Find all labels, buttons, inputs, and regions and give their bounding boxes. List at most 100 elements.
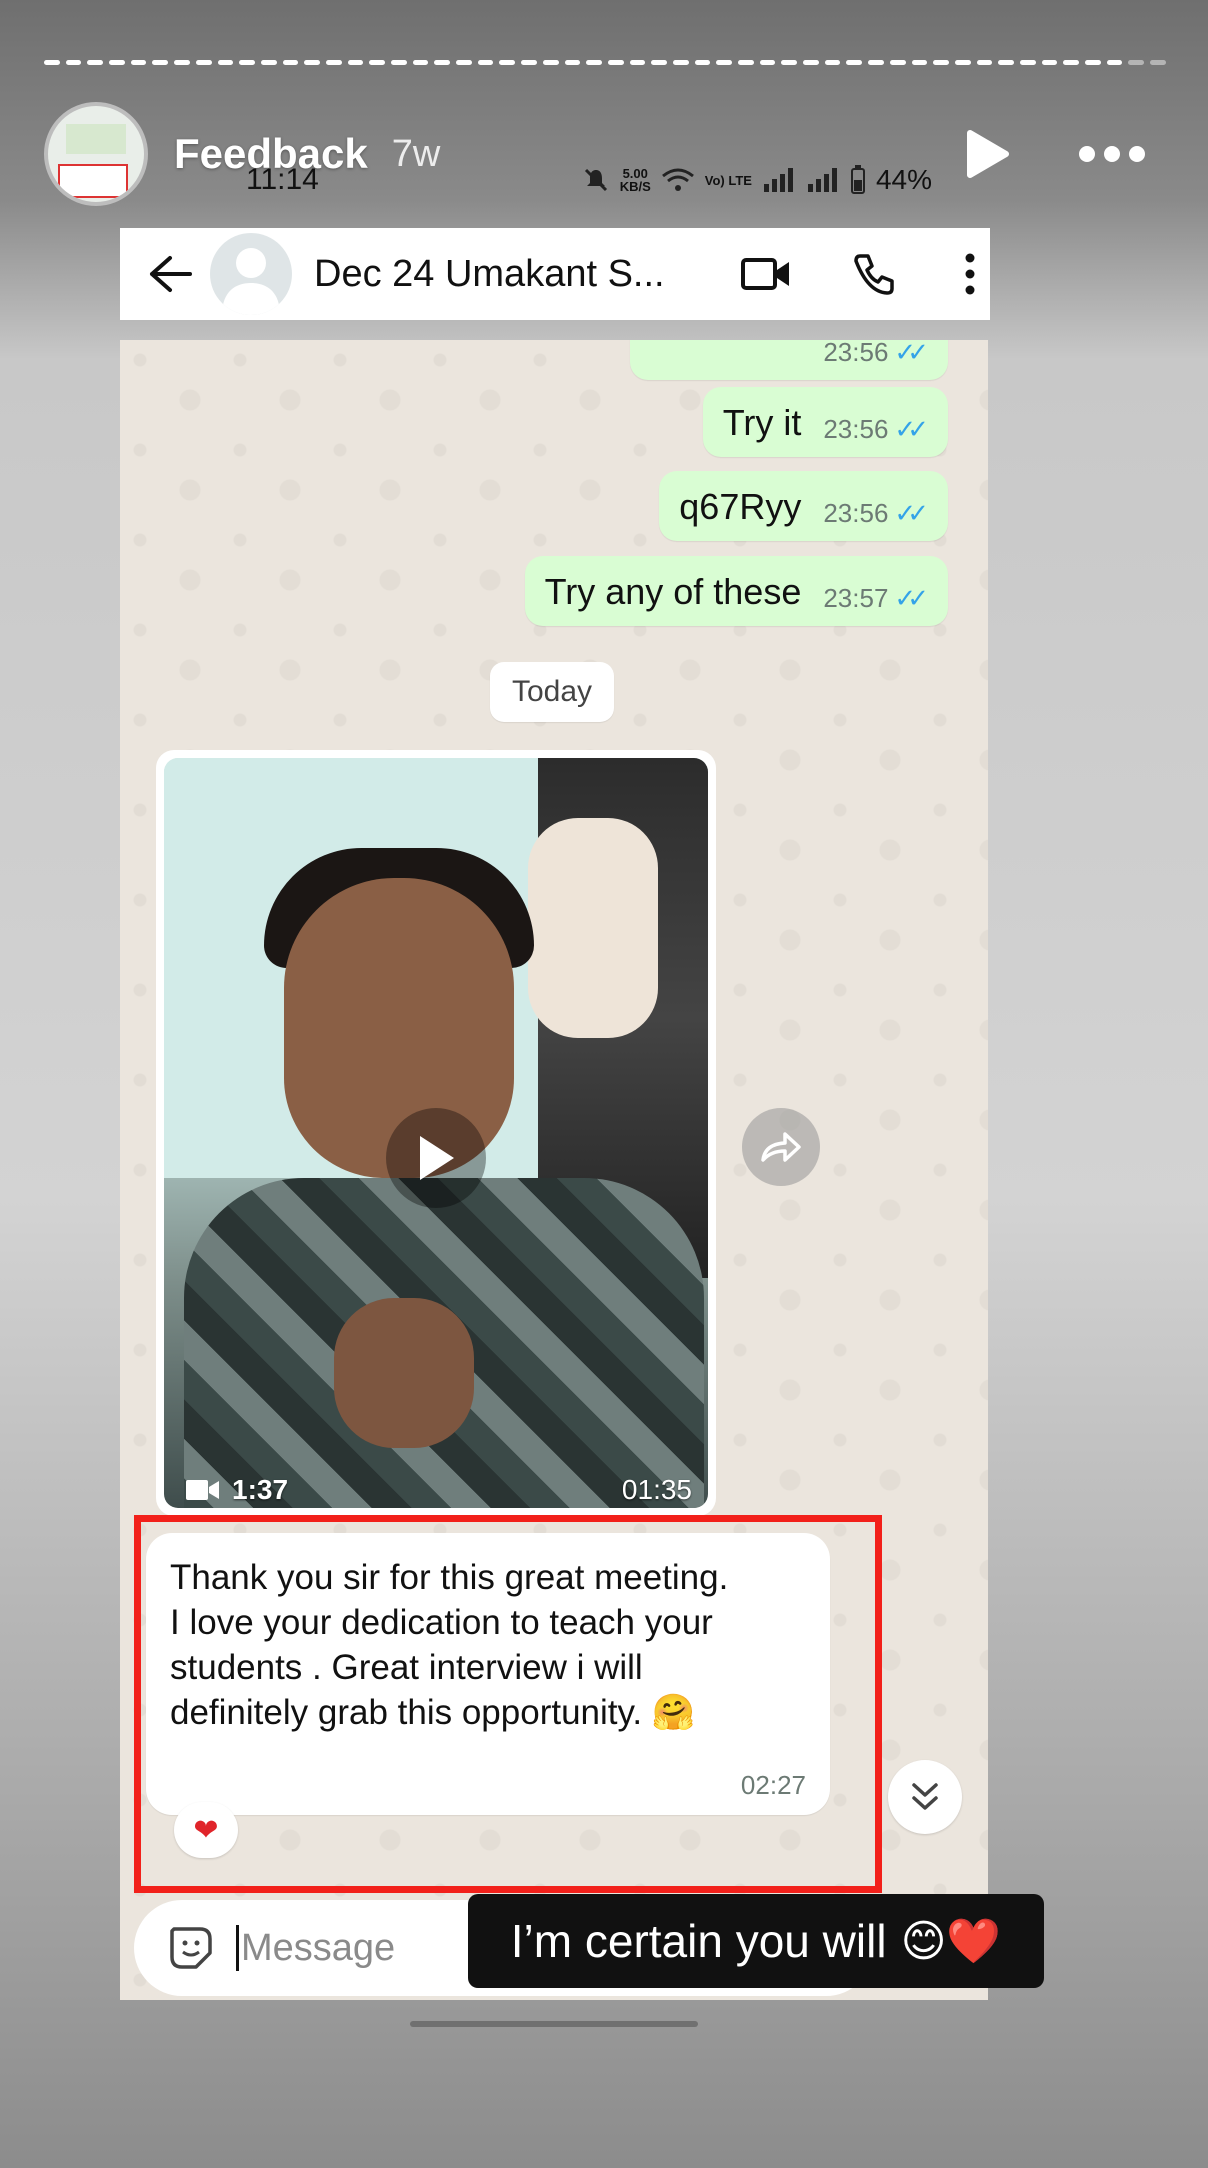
story-progress-bar — [44, 60, 1166, 66]
progress-segment — [1128, 60, 1145, 65]
progress-segment — [347, 60, 364, 65]
message-text: Try it — [722, 402, 802, 443]
read-receipt-icon: ✓✓ — [894, 340, 928, 367]
chat-menu-button[interactable] — [950, 252, 990, 296]
progress-segment — [759, 60, 776, 65]
wifi-icon — [661, 168, 694, 191]
text-caret — [236, 1925, 239, 1971]
progress-segment — [391, 60, 407, 65]
voice-call-button[interactable] — [842, 252, 906, 296]
message-time: 23:56 — [823, 340, 889, 367]
progress-segment — [325, 60, 342, 65]
read-receipt-icon: ✓✓ — [894, 583, 928, 613]
progress-segment — [304, 60, 320, 65]
progress-segment — [239, 60, 255, 65]
outgoing-message[interactable]: Try any of these 23:57 ✓✓ — [524, 556, 948, 626]
progress-segment — [781, 60, 798, 65]
outgoing-message[interactable]: q67Ryy 23:56 ✓✓ — [659, 471, 948, 541]
progress-segment — [976, 60, 993, 65]
video-camera-icon — [186, 1480, 219, 1500]
message-time: 23:57 — [823, 583, 889, 613]
progress-segment — [954, 60, 971, 65]
heart-reaction[interactable]: ❤ — [174, 1802, 238, 1858]
message-time: 01:35 — [621, 1474, 692, 1505]
scroll-to-bottom-button[interactable] — [888, 1760, 962, 1834]
progress-segment — [998, 60, 1014, 65]
video-message[interactable]: 1:37 01:35 — [156, 750, 716, 1516]
progress-segment — [87, 60, 104, 65]
kebab-menu-icon — [965, 253, 975, 295]
battery-percentage: 44% — [875, 164, 932, 195]
progress-segment — [521, 60, 537, 65]
progress-segment — [412, 60, 429, 65]
signal-icon — [807, 168, 837, 192]
progress-segment — [456, 60, 472, 65]
caption-emojis: 😊❤️ — [900, 1917, 1002, 1966]
sticker-button[interactable] — [156, 1923, 226, 1973]
video-play-button[interactable] — [386, 1108, 486, 1208]
battery-icon — [850, 165, 865, 194]
video-call-button[interactable] — [734, 256, 798, 292]
progress-segment — [477, 60, 494, 65]
progress-segment — [130, 60, 147, 65]
phone-status-bar: 11:14 5.00 KB/S Vo) LTE 44% — [120, 150, 990, 210]
person-icon — [222, 248, 280, 315]
sticker-icon — [170, 1927, 212, 1969]
progress-segment — [1063, 60, 1079, 65]
mute-icon — [584, 168, 607, 192]
progress-segment — [499, 60, 516, 65]
progress-segment — [195, 60, 212, 65]
volte-indicator: Vo) LTE — [704, 172, 752, 188]
progress-segment — [109, 60, 125, 65]
progress-segment — [889, 60, 906, 65]
message-text: Try any of these — [544, 571, 802, 612]
video-duration: 1:37 — [186, 1474, 288, 1506]
progress-segment — [434, 60, 451, 65]
progress-segment — [260, 60, 277, 65]
progress-segment — [694, 60, 711, 65]
video-camera-icon — [741, 258, 789, 290]
back-button[interactable] — [130, 254, 210, 294]
progress-segment — [716, 60, 732, 65]
progress-segment — [868, 60, 884, 65]
message-input[interactable]: Message — [241, 1927, 395, 1970]
progress-segment — [542, 60, 559, 65]
progress-segment — [629, 60, 646, 65]
progress-segment — [586, 60, 602, 65]
caption-text: I’m certain you will — [510, 1915, 887, 1967]
progress-segment — [651, 60, 667, 65]
video-thumbnail[interactable]: 1:37 01:35 — [164, 758, 708, 1508]
progress-segment — [911, 60, 928, 65]
progress-segment — [1041, 60, 1058, 65]
contact-avatar[interactable] — [210, 233, 292, 315]
outgoing-message[interactable]: 23:56 ✓✓ — [630, 340, 948, 380]
forward-icon — [761, 1132, 801, 1162]
progress-segment — [1085, 60, 1101, 65]
home-indicator — [410, 2021, 698, 2027]
progress-segment — [282, 60, 299, 65]
progress-segment — [738, 60, 754, 65]
message-time: 23:56 — [823, 414, 889, 444]
progress-segment — [933, 60, 949, 65]
forward-button[interactable] — [742, 1108, 820, 1186]
progress-segment — [1106, 60, 1123, 65]
progress-segment — [174, 60, 190, 65]
double-chevron-down-icon — [912, 1783, 938, 1810]
progress-segment — [824, 60, 841, 65]
day-separator: Today — [490, 662, 614, 722]
phone-icon — [854, 254, 894, 295]
signal-icon — [763, 168, 793, 192]
network-speed: 5.00 KB/S — [619, 166, 651, 194]
status-time: 11:14 — [246, 163, 319, 196]
contact-name[interactable]: Dec 24 Umakant S... — [314, 253, 714, 296]
chat-area[interactable]: 23:56 ✓✓ Try it 23:56 ✓✓ q67Ryy 23:56 ✓✓ Tr… — [120, 340, 988, 2000]
progress-segment — [65, 60, 82, 65]
outgoing-message[interactable]: Try it 23:56 ✓✓ — [702, 387, 948, 457]
progress-segment — [607, 60, 624, 65]
read-receipt-icon: ✓✓ — [894, 414, 928, 444]
chat-header: Dec 24 Umakant S... — [120, 228, 990, 320]
progress-segment — [369, 60, 385, 65]
highlight-annotation-box — [134, 1515, 882, 1893]
more-options-button[interactable] — [1072, 124, 1152, 184]
back-arrow-icon — [150, 256, 192, 292]
